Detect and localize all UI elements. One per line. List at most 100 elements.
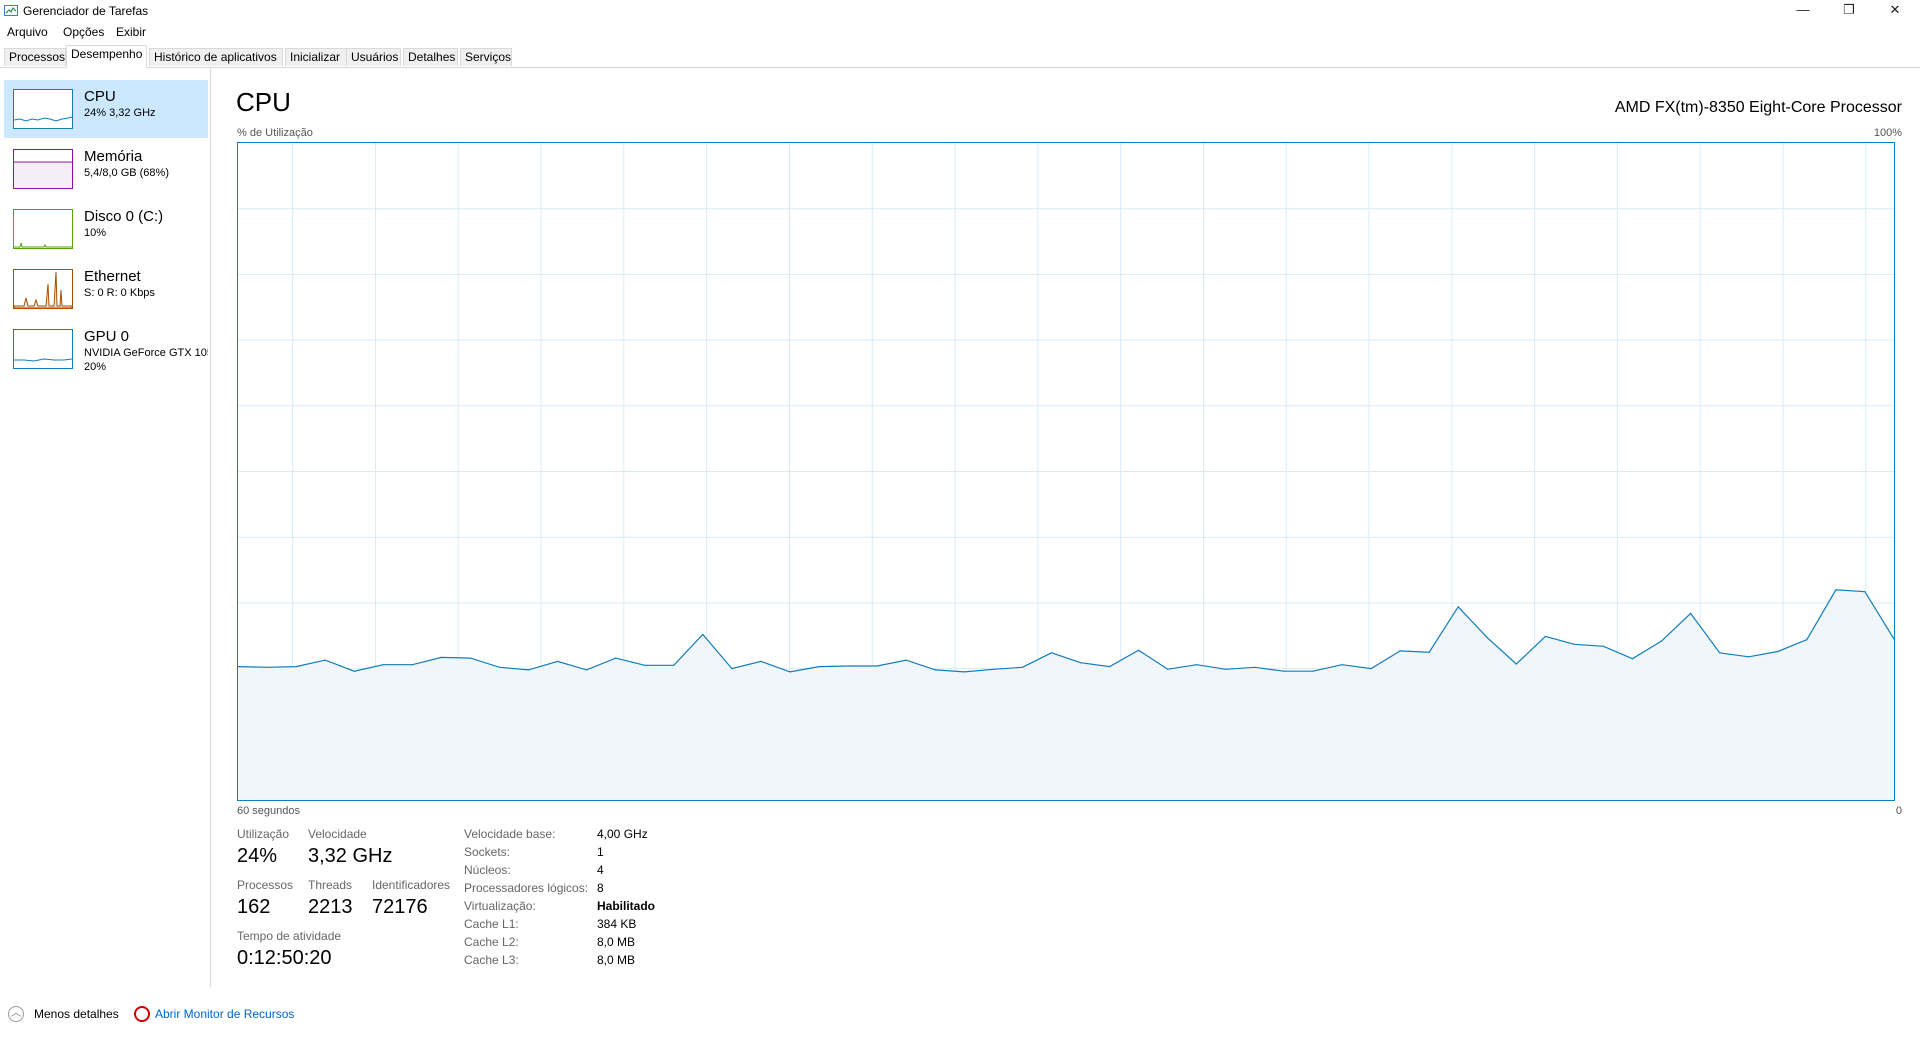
cpu-usage-point	[1806, 639, 1808, 641]
cpu-usage-point	[1312, 670, 1314, 672]
tempo-atividade-label: Tempo de atividade	[237, 929, 342, 943]
tab-processos[interactable]: Processos	[4, 48, 66, 66]
detail-key: Sockets:	[464, 845, 511, 859]
sidebar-disco-name: Disco 0 (C:)	[84, 208, 164, 225]
detail-key: Velocidade base:	[464, 827, 556, 841]
menu-opcoes[interactable]: Opções	[63, 25, 104, 39]
tab-historico[interactable]: Histórico de aplicativos	[149, 48, 283, 66]
time-span-label: 60 segundos	[237, 805, 300, 817]
cpu-usage-point	[789, 671, 791, 673]
window-title: Gerenciador de Tarefas	[23, 4, 149, 18]
page-title: CPU	[236, 87, 291, 117]
time-zero-label: 0	[1895, 805, 1902, 817]
sidebar-memoria-name: Memória	[84, 148, 143, 165]
sidebar-item-disco[interactable]: Disco 0 (C:) 10%	[4, 200, 208, 258]
cpu-usage-point	[1283, 670, 1285, 672]
cpu-usage-point	[586, 669, 588, 671]
cpu-usage-point	[1631, 658, 1634, 660]
cpu-usage-point	[702, 633, 704, 635]
sidebar-item-memoria[interactable]: Memória 5,4/8,0 GB (68%)	[4, 140, 208, 198]
cpu-thumbnail	[13, 89, 73, 129]
tab-inicializar[interactable]: Inicializar	[285, 48, 348, 66]
sidebar-cpu-detail: 24% 3,32 GHz	[84, 107, 156, 119]
detail-key: Virtualização:	[464, 899, 536, 913]
tab-usuarios[interactable]: Usuários	[346, 48, 401, 66]
cpu-usage-point	[527, 669, 530, 671]
cpu-usage-point	[382, 664, 384, 666]
cpu-usage-point	[818, 666, 820, 668]
detail-key: Núcleos:	[464, 863, 511, 877]
cpu-usage-point	[440, 656, 442, 659]
cpu-usage-point	[1428, 651, 1430, 653]
detail-key: Cache L1:	[464, 917, 519, 931]
cpu-panel: CPU AMD FX(tm)-8350 Eight-Core Processor…	[236, 67, 1904, 987]
cpu-usage-point	[498, 666, 501, 668]
sidebar-memoria-detail: 5,4/8,0 GB (68%)	[84, 167, 169, 179]
processor-name: AMD FX(tm)-8350 Eight-Core Processor	[1614, 99, 1902, 116]
detail-value: 384 KB	[597, 917, 637, 931]
tab-detalhes[interactable]: Detalhes	[403, 48, 458, 66]
chevron-up-icon[interactable]: ︿	[8, 1006, 24, 1022]
memory-thumbnail	[13, 149, 73, 189]
max-percent-label: 100%	[1873, 127, 1902, 139]
cpu-usage-point	[324, 659, 326, 661]
tab-servicos[interactable]: Serviços	[460, 48, 512, 66]
cpu-usage-point	[353, 670, 355, 672]
cpu-usage-point	[934, 669, 936, 671]
cpu-usage-point	[1138, 649, 1140, 651]
menu-exibir[interactable]: Exibir	[116, 25, 146, 39]
cpu-usage-point	[1196, 664, 1198, 666]
sidebar-item-cpu[interactable]: CPU 24% 3,32 GHz	[4, 80, 208, 138]
fewer-details-button[interactable]: Menos detalhes	[34, 1007, 119, 1021]
menu-arquivo[interactable]: Arquivo	[7, 25, 48, 39]
tempo-atividade-value: 0:12:50:20	[237, 947, 332, 969]
task-manager-icon	[4, 4, 18, 18]
sidebar-item-gpu[interactable]: GPU 0 NVIDIA GeForce GTX 105 20%	[4, 320, 208, 378]
detail-key: Cache L2:	[464, 935, 519, 949]
minimize-button[interactable]: —	[1780, 0, 1826, 22]
close-button[interactable]: ✕	[1872, 0, 1918, 22]
detail-value: Habilitado	[597, 899, 656, 913]
detail-value: 1	[597, 845, 604, 859]
resource-sidebar: CPU 24% 3,32 GHz Memória 5,4/8,0 GB (68%…	[0, 67, 211, 987]
cpu-usage-point	[1573, 643, 1575, 645]
cpu-usage-point	[673, 664, 675, 666]
cpu-usage-point	[1544, 635, 1546, 637]
threads-label: Threads	[308, 878, 353, 892]
cpu-usage-point	[1661, 640, 1663, 642]
tab-desempenho[interactable]: Desempenho	[66, 45, 147, 68]
cpu-usage-point	[1835, 589, 1837, 591]
cpu-usage-point	[644, 664, 646, 666]
maximize-button[interactable]: ❐	[1826, 0, 1872, 22]
cpu-usage-point	[1486, 637, 1488, 639]
footer: ︿ Menos detalhes Abrir Monitor de Recurs…	[0, 998, 1920, 1032]
utilization-axis-label: % de Utilização	[237, 127, 313, 139]
sidebar-gpu-detail: NVIDIA GeForce GTX 105	[84, 347, 208, 359]
sidebar-cpu-name: CPU	[84, 88, 116, 105]
velocidade-value: 3,32 GHz	[308, 845, 393, 867]
cpu-usage-point	[1777, 650, 1779, 653]
cpu-usage-point	[615, 657, 617, 659]
processos-value: 162	[237, 896, 271, 918]
sidebar-gpu-name: GPU 0	[84, 328, 130, 345]
title-bar: Gerenciador de Tarefas — ❐ ✕	[0, 0, 1920, 22]
detail-value: 8	[597, 881, 604, 895]
menu-bar: Arquivo Opções Exibir	[0, 22, 1920, 42]
cpu-usage-point	[1864, 591, 1866, 593]
detail-value: 8,0 MB	[597, 935, 636, 949]
cpu-usage-point	[1719, 652, 1721, 654]
cpu-usage-point	[295, 666, 297, 668]
cpu-usage-point	[557, 660, 559, 663]
tab-bar: Processos Desempenho Histórico de aplica…	[0, 45, 1920, 68]
threads-value: 2213	[308, 896, 353, 918]
cpu-usage-point	[266, 666, 268, 668]
detail-value: 4	[597, 863, 604, 877]
open-resource-monitor-link[interactable]: Abrir Monitor de Recursos	[155, 1007, 294, 1021]
resource-monitor-icon[interactable]	[134, 1006, 150, 1022]
gpu-thumbnail	[13, 329, 73, 369]
cpu-usage-point	[1109, 666, 1111, 668]
cpu-usage-point	[847, 665, 849, 667]
cpu-usage-point	[1050, 652, 1053, 654]
cpu-usage-point	[1254, 666, 1256, 668]
sidebar-item-ethernet[interactable]: Ethernet S: 0 R: 0 Kbps	[4, 260, 208, 318]
